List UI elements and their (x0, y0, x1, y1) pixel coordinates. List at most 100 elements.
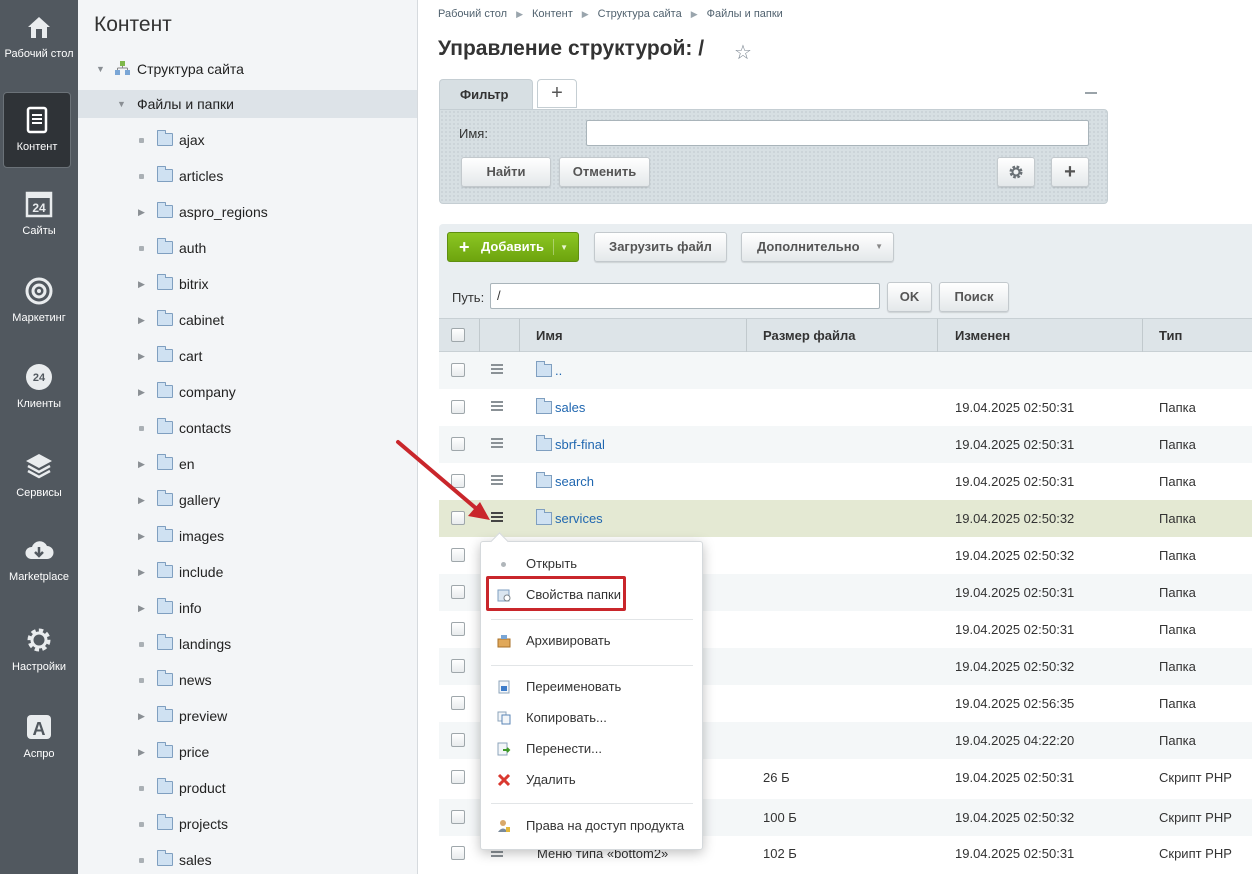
tree-item[interactable]: news (78, 666, 417, 694)
tree-item[interactable]: auth (78, 234, 417, 262)
expand-arrow-icon[interactable]: ▶ (138, 198, 148, 226)
nav-marketplace[interactable]: Marketplace (0, 535, 78, 583)
tree-item[interactable]: sales (78, 846, 417, 874)
add-filter-field-button[interactable]: + (1051, 157, 1089, 187)
menu-item-access-rights[interactable]: Права на доступ продукта (481, 814, 702, 838)
column-header-modified[interactable]: Изменен (955, 328, 1010, 343)
breadcrumb-item[interactable]: Файлы и папки (707, 8, 783, 20)
tree-item[interactable]: ▶ include (78, 558, 417, 586)
more-actions-button[interactable]: Дополнительно ▼ (741, 232, 894, 262)
tree-item[interactable]: ▶ aspro_regions (78, 198, 417, 226)
nav-clients[interactable]: 24 Клиенты (0, 362, 78, 410)
row-checkbox[interactable] (451, 770, 465, 784)
row-name[interactable]: .. (555, 363, 562, 378)
row-checkbox[interactable] (451, 696, 465, 710)
expand-arrow-icon[interactable]: ▶ (138, 702, 148, 730)
filter-name-input[interactable] (586, 120, 1089, 146)
table-row[interactable]: services 19.04.2025 02:50:32 Папка (439, 500, 1252, 537)
expand-arrow-icon[interactable]: ▶ (138, 486, 148, 514)
find-button[interactable]: Найти (461, 157, 551, 187)
nav-content[interactable]: Контент (3, 92, 71, 168)
tree-item[interactable]: ▶ bitrix (78, 270, 417, 298)
table-row[interactable]: .. (439, 352, 1252, 389)
breadcrumb-item[interactable]: Структура сайта (598, 8, 682, 20)
tree-item-site-structure[interactable]: ▼ Структура сайта (78, 55, 417, 83)
add-filter-tab-button[interactable]: + (537, 79, 577, 108)
tree-item[interactable]: ▶ company (78, 378, 417, 406)
column-header-size[interactable]: Размер файла (763, 328, 856, 343)
expand-arrow-icon[interactable]: ▶ (138, 738, 148, 766)
menu-item-move[interactable]: Перенести... (481, 737, 702, 761)
tree-item[interactable]: ▶ price (78, 738, 417, 766)
row-menu-icon[interactable] (491, 364, 503, 374)
star-icon[interactable]: ☆ (734, 40, 752, 65)
minimize-filter-icon[interactable] (1085, 92, 1097, 94)
table-row[interactable]: sales 19.04.2025 02:50:31 Папка (439, 389, 1252, 426)
expand-arrow-icon[interactable]: ▶ (138, 594, 148, 622)
tree-item[interactable]: articles (78, 162, 417, 190)
row-name[interactable]: sales (555, 400, 585, 415)
tree-item[interactable]: contacts (78, 414, 417, 442)
tree-item[interactable]: ▶ info (78, 594, 417, 622)
filter-tab[interactable]: Фильтр (439, 79, 533, 110)
tree-item[interactable]: ajax (78, 126, 417, 154)
menu-item-open[interactable]: Открыть (481, 552, 702, 576)
expand-arrow-icon[interactable]: ▶ (138, 522, 148, 550)
tree-item-files-and-folders[interactable]: ▼ Файлы и папки (78, 90, 417, 118)
menu-item-rename[interactable]: Переименовать (481, 675, 702, 699)
tree-item[interactable]: ▶ cart (78, 342, 417, 370)
row-checkbox[interactable] (451, 810, 465, 824)
table-row[interactable]: search 19.04.2025 02:50:31 Папка (439, 463, 1252, 500)
filter-settings-button[interactable] (997, 157, 1035, 187)
path-input[interactable]: / (490, 283, 880, 309)
breadcrumb-item[interactable]: Контент (532, 8, 573, 20)
expand-arrow-icon[interactable]: ▶ (138, 270, 148, 298)
select-all-checkbox[interactable] (451, 328, 465, 342)
column-header-type[interactable]: Тип (1159, 328, 1182, 343)
expand-arrow-icon[interactable]: ▶ (138, 306, 148, 334)
expand-arrow-icon[interactable]: ▶ (138, 558, 148, 586)
row-checkbox[interactable] (451, 548, 465, 562)
tree-item[interactable]: ▶ preview (78, 702, 417, 730)
expand-arrow-icon[interactable]: ▶ (138, 450, 148, 478)
row-checkbox[interactable] (451, 733, 465, 747)
row-checkbox[interactable] (451, 846, 465, 860)
nav-sites[interactable]: 24 Сайты (0, 189, 78, 237)
tree-item[interactable]: ▶ en (78, 450, 417, 478)
nav-marketing[interactable]: Маркетинг (0, 276, 78, 324)
add-button[interactable]: + Добавить ▼ (447, 232, 579, 262)
row-name[interactable]: sbrf-final (555, 437, 605, 452)
table-row[interactable]: sbrf-final 19.04.2025 02:50:31 Папка (439, 426, 1252, 463)
row-checkbox[interactable] (451, 659, 465, 673)
tree-item[interactable]: landings (78, 630, 417, 658)
row-checkbox[interactable] (451, 585, 465, 599)
row-menu-icon[interactable] (491, 401, 503, 411)
tree-item[interactable]: ▶ cabinet (78, 306, 417, 334)
breadcrumb-item[interactable]: Рабочий стол (438, 8, 507, 20)
search-button[interactable]: Поиск (939, 282, 1009, 312)
nav-desktop[interactable]: Рабочий стол (0, 12, 78, 60)
tree-item[interactable]: product (78, 774, 417, 802)
row-checkbox[interactable] (451, 622, 465, 636)
expand-arrow-icon[interactable]: ▼ (117, 90, 127, 118)
menu-item-delete[interactable]: Удалить (481, 768, 702, 792)
nav-settings[interactable]: Настройки (0, 625, 78, 673)
menu-item-archive[interactable]: Архивировать (481, 629, 702, 653)
row-name[interactable]: search (555, 474, 594, 489)
chevron-down-icon[interactable]: ▼ (560, 234, 568, 262)
nav-aspro[interactable]: A Аспро (0, 712, 78, 760)
tree-item[interactable]: ▶ images (78, 522, 417, 550)
row-name[interactable]: services (555, 511, 603, 526)
nav-services[interactable]: Сервисы (0, 451, 78, 499)
cancel-button[interactable]: Отменить (559, 157, 650, 187)
upload-file-button[interactable]: Загрузить файл (594, 232, 727, 262)
row-checkbox[interactable] (451, 400, 465, 414)
expand-arrow-icon[interactable]: ▶ (138, 342, 148, 370)
tree-item[interactable]: ▶ gallery (78, 486, 417, 514)
column-header-name[interactable]: Имя (536, 328, 563, 343)
tree-item[interactable]: projects (78, 810, 417, 838)
expand-arrow-icon[interactable]: ▼ (96, 55, 106, 83)
ok-button[interactable]: OK (887, 282, 932, 312)
row-checkbox[interactable] (451, 363, 465, 377)
expand-arrow-icon[interactable]: ▶ (138, 378, 148, 406)
